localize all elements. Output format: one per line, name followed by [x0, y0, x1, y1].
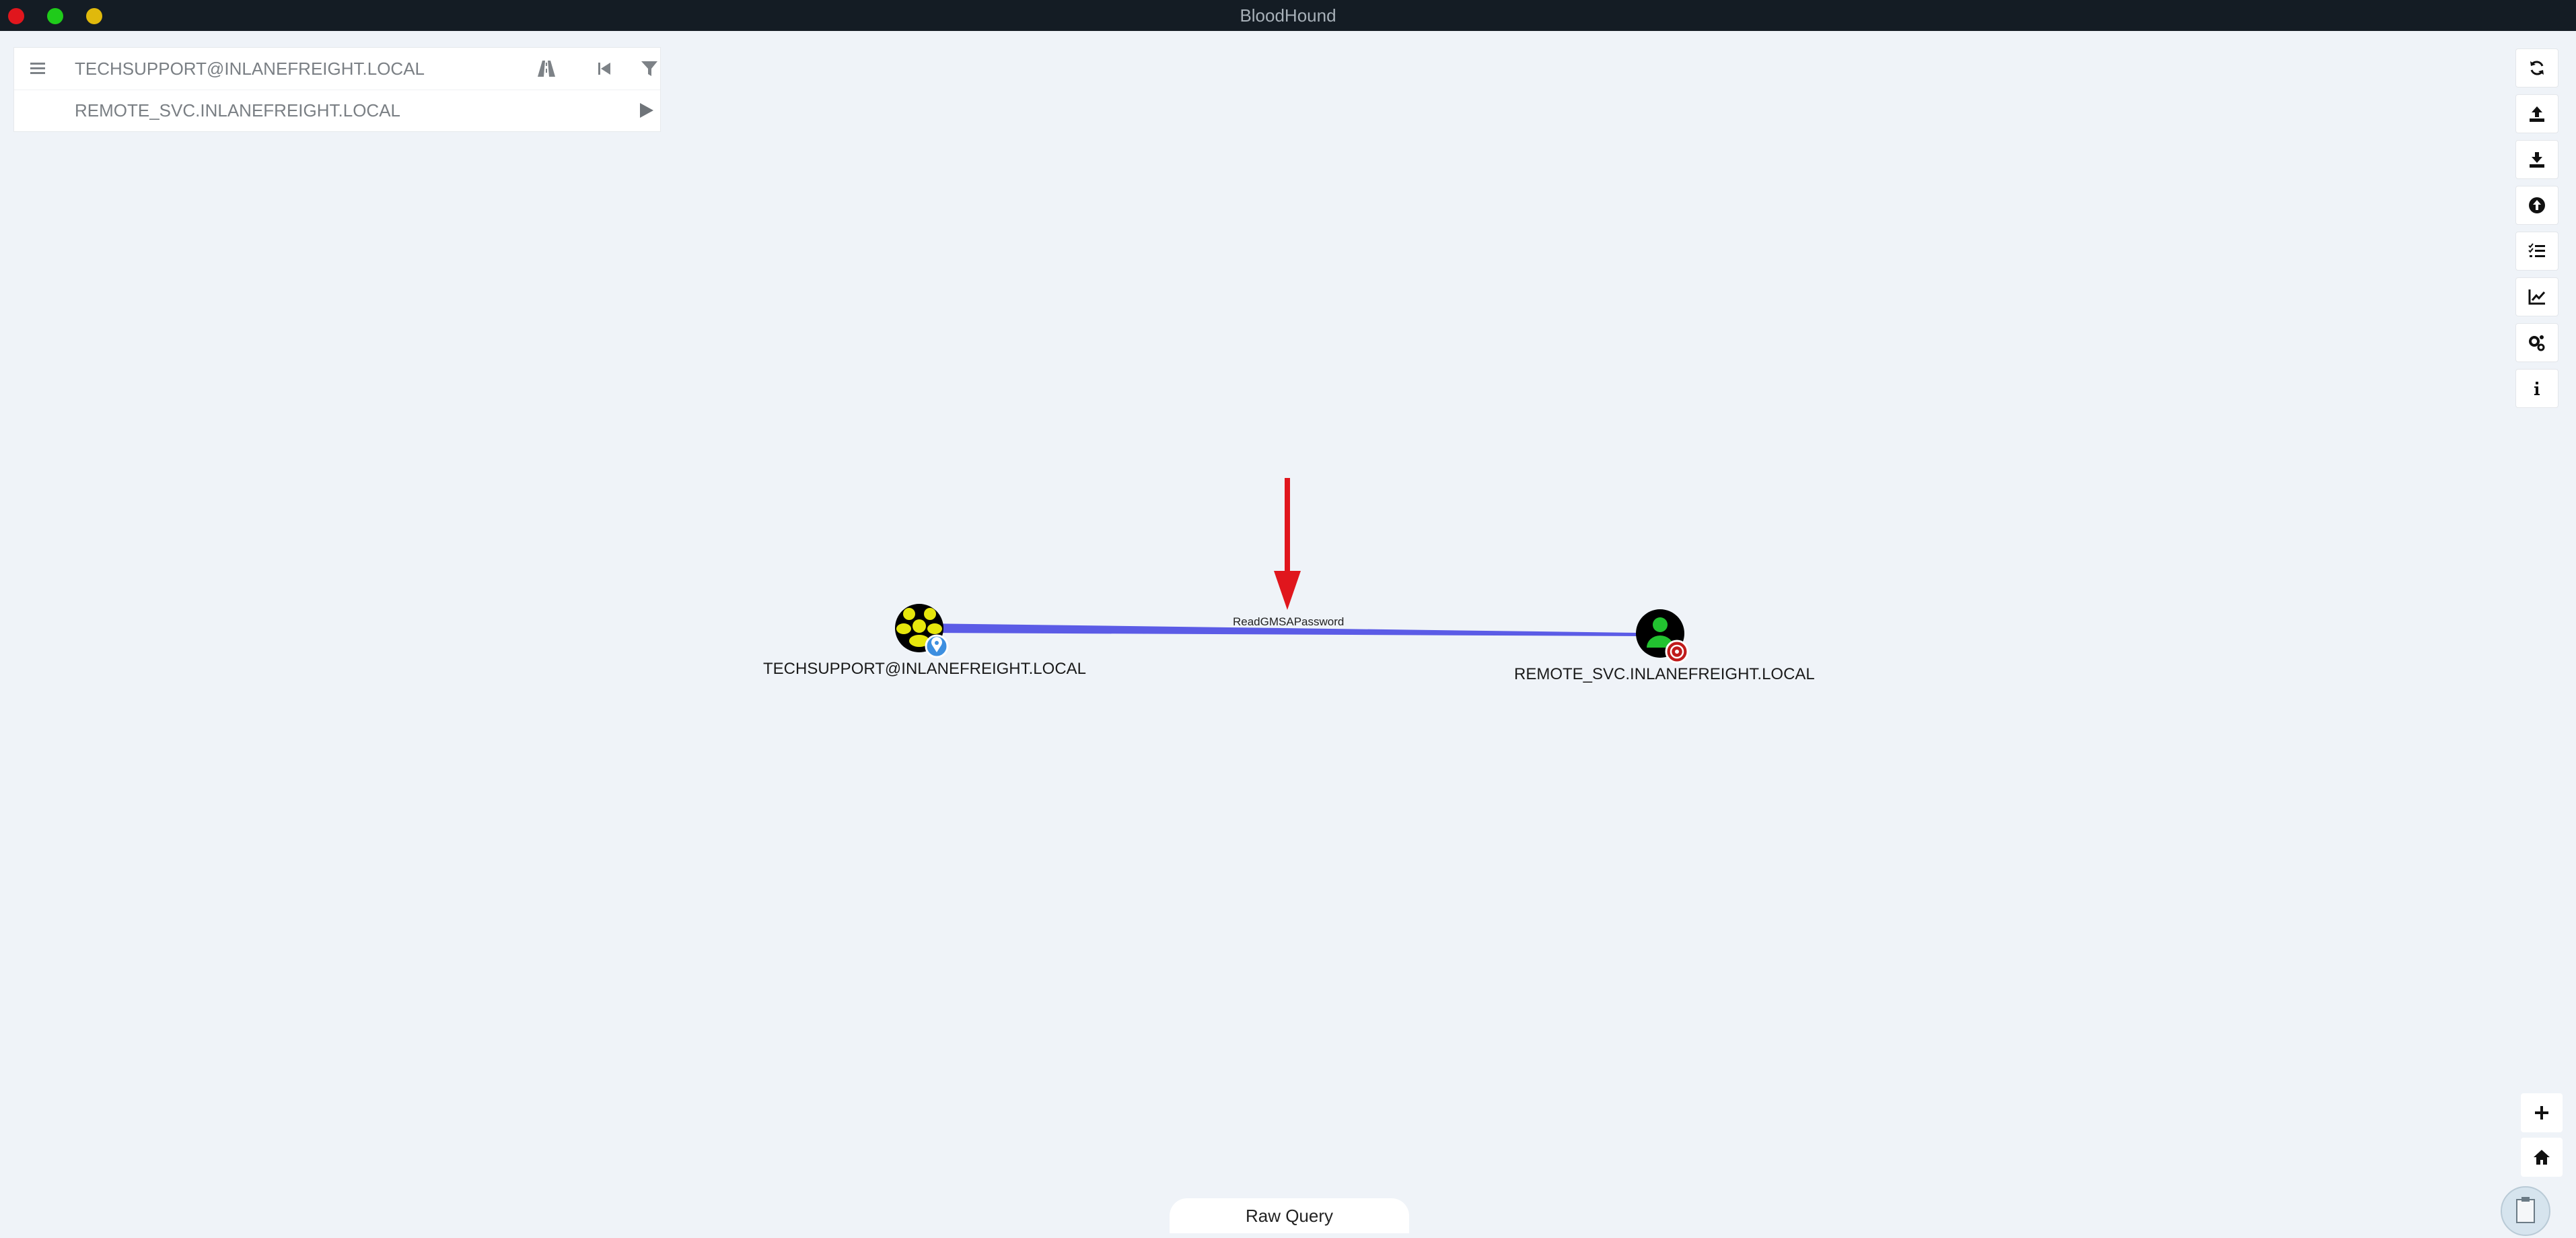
home-icon	[2534, 1150, 2550, 1165]
target-badge-icon	[1665, 640, 1689, 664]
user-node[interactable]	[1636, 609, 1689, 664]
plus-icon	[2535, 1106, 2548, 1120]
raw-query-toggle[interactable]: Raw Query	[1170, 1198, 1409, 1233]
annotation-arrow-shaft	[1285, 478, 1290, 572]
clipboard-icon	[2516, 1197, 2535, 1223]
annotation-arrow-head	[1274, 571, 1301, 610]
home-button[interactable]	[2521, 1138, 2563, 1177]
user-node-label: REMOTE_SVC.INLANEFREIGHT.LOCAL	[1514, 665, 1815, 683]
group-node[interactable]	[895, 604, 949, 658]
owned-badge-icon	[925, 634, 949, 658]
edge-label: ReadGMSAPassword	[1233, 615, 1345, 628]
graph-canvas[interactable]: ReadGMSAPassword TECHSUPPORT@INLANEFREIG…	[0, 0, 2576, 1233]
zoom-in-button[interactable]	[2521, 1093, 2563, 1132]
group-node-label: TECHSUPPORT@INLANEFREIGHT.LOCAL	[763, 660, 1087, 678]
clipboard-button[interactable]	[2501, 1186, 2550, 1236]
